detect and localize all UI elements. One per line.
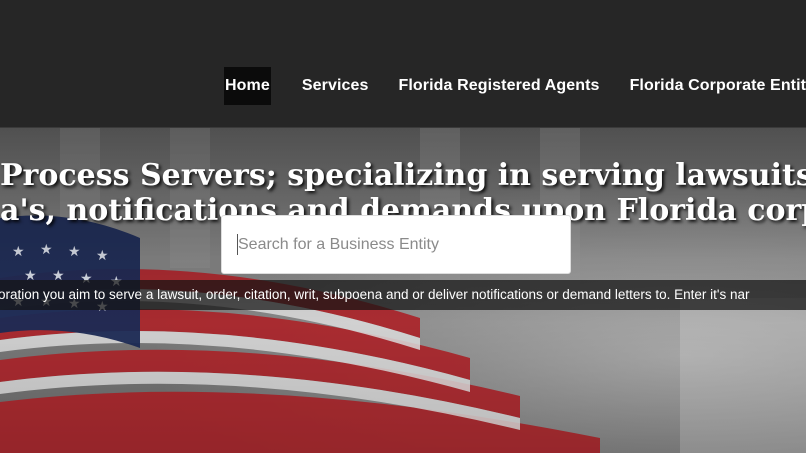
hero-instructions: oration you aim to serve a lawsuit, orde… bbox=[0, 280, 806, 310]
main-nav: Home Services Florida Registered Agents … bbox=[224, 66, 806, 105]
text-cursor bbox=[237, 234, 238, 255]
nav-item-florida-corporate-entities[interactable]: Florida Corporate Entities bbox=[630, 67, 806, 105]
nav-item-home[interactable]: Home bbox=[224, 66, 271, 105]
business-entity-search-input[interactable] bbox=[221, 215, 571, 274]
headline-line-1: Process Servers; specializing in serving… bbox=[0, 158, 806, 193]
top-navigation-bar: Home Services Florida Registered Agents … bbox=[0, 0, 806, 128]
instructions-text: oration you aim to serve a lawsuit, orde… bbox=[0, 287, 750, 302]
nav-item-florida-registered-agents[interactable]: Florida Registered Agents bbox=[399, 67, 600, 105]
nav-item-services[interactable]: Services bbox=[302, 67, 369, 105]
hero-banner: ★ ★ ★ ★ ★ ★ ★ ★ ★ ★ ★ ★ Process Servers;… bbox=[0, 128, 806, 453]
